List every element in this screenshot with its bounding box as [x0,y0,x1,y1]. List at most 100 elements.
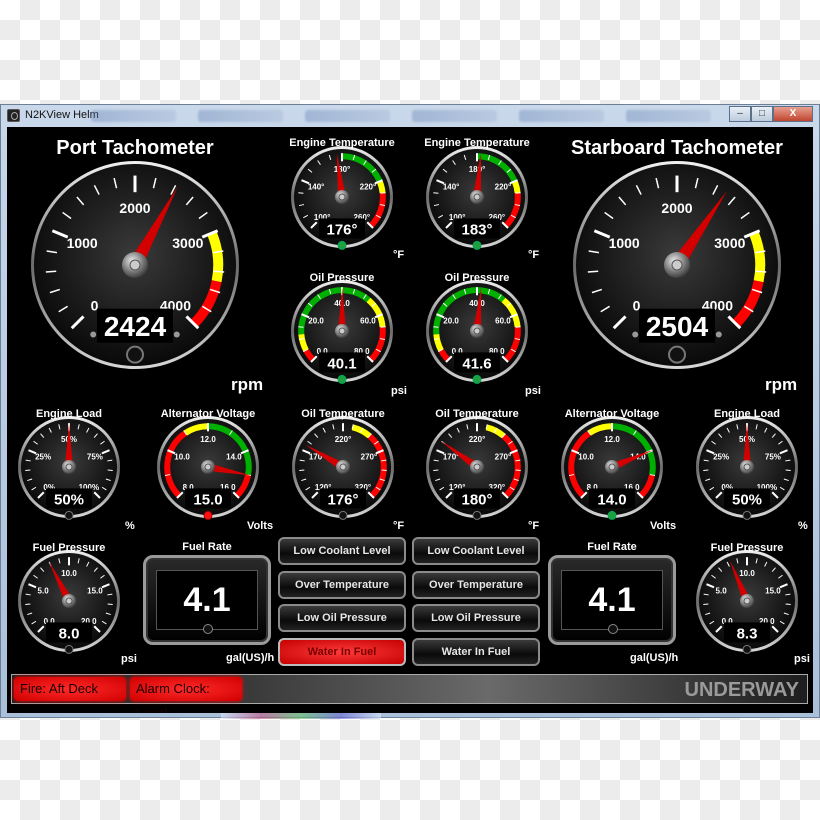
engine-load-1-gauge: 0%25%50%75%100%50% [10,408,128,526]
alarm-over-temperature[interactable]: Over Temperature [278,571,406,599]
fuel-pressure-2-unit: psi [794,653,810,665]
fuel-rate-display: 4.1 [143,555,271,645]
oil-pressure-1-gauge: 0.020.040.060.080.040.1 [283,272,401,390]
tick-label: 140° [443,182,460,191]
tick-label: 20.0 [443,316,459,325]
gauge-dial: 0.05.010.015.020.08.3 [696,550,798,654]
minimize-button[interactable]: – [729,106,751,122]
oil-pressure-2-gauge: 0.0 20.0 40.0 60.0 80.0 41.6 [418,272,536,390]
gauge-dial: 0%25%50%75%100%50% [18,416,120,520]
gauge-readout: 41.6 [462,355,491,372]
alarm-low-oil-pressure[interactable]: Low Oil Pressure [412,604,540,632]
gauge-readout: 2504 [646,311,709,342]
tick-label: 220° [360,182,377,191]
app-icon [7,109,20,122]
indicator-light [668,345,686,364]
needle-hub-cap [65,597,73,605]
oil-temperature-2-title: Oil Temperature [435,408,519,420]
gauge-readout: 2424 [104,311,167,342]
tick-label: 15.0 [87,586,103,595]
status-alert-alarm-clock[interactable]: Alarm Clock: Local [130,677,242,713]
gauge-zone-arc [376,180,386,194]
status-alert-fire[interactable]: Fire: Aft Deck [14,677,126,701]
needle-hub-cap [671,259,683,271]
minor-tick [587,270,599,273]
tick-label: 180° [334,165,351,174]
fuel-rate-title: Fuel Rate [182,541,232,553]
title-bar[interactable]: N2KView Helm – □ X [1,105,819,127]
needle-hub-cap [65,463,73,471]
gauge-dial: 100°140°180°220°260°176° [291,146,393,250]
port-tachometer-title: Port Tachometer [56,137,214,159]
needle-hub-cap [743,597,751,605]
tick-label: 60.0 [495,316,511,325]
engine-temperature-2-gauge: 100° 140° 180° 220° 260° 183° [418,138,536,256]
needle-hub-cap [339,463,347,471]
indicator-light [337,374,347,384]
oil-pressure-2-unit: psi [525,385,541,397]
indicator-light [64,644,74,654]
alarm-low-coolant-level[interactable]: Low Coolant Level [412,537,540,565]
tick-label: 270° [361,452,378,461]
alarm-water-in-fuel[interactable]: Water In Fuel [412,638,540,666]
fuel-rate-unit: gal(US)/h [226,652,275,664]
oil-pressure-1-title: Oil Pressure [309,272,375,284]
gauge-readout: 180° [461,491,492,508]
tick-label: 3000 [714,235,745,251]
tick-label: 2000 [119,200,150,216]
tick-label: 75% [87,452,103,461]
tick-label: 12.0 [200,435,216,444]
alarm-low-oil-pressure[interactable]: Low Oil Pressure [278,604,406,632]
tick-label: 12.0 [604,435,620,444]
indicator-light [472,374,482,384]
scale-end-dot [173,331,180,338]
gauge-dial: 8.010.012.014.016.014.0 [561,416,663,520]
gauge-dial: 120°170°220°270°320°180° [426,416,528,520]
taskbar-glow [221,713,381,719]
tick-label: 5.0 [38,586,50,595]
gauge-dial: 0.020.040.060.080.040.1 [291,280,393,384]
minor-tick [45,270,57,273]
needle-hub-cap [608,463,616,471]
tick-label: 140° [308,182,325,191]
engine-load-1-unit: % [125,520,135,532]
alarm-low-coolant-level[interactable]: Low Coolant Level [278,537,406,565]
status-bar: Fire: Aft Deck Alarm Clock: Local UNDERW… [11,674,808,713]
needle-hub-cap [204,463,212,471]
tick-label: 60.0 [360,316,376,325]
oil-temperature-1-title: Oil Temperature [301,408,385,420]
needle-hub-cap [473,463,481,471]
alarm-over-temperature[interactable]: Over Temperature [412,571,540,599]
needle-hub-cap [473,193,481,201]
starboard-tachometer-title: Starboard Tachometer [571,137,783,159]
scale-end-dot [90,331,97,338]
fuel-rate-value: 4.1 [156,570,258,630]
port-tachometer-gauge: 0 1000 2000 3000 4000 2424 [23,153,247,377]
tick-label: 15.0 [765,586,781,595]
starboard-tachometer-gauge: 0 1000 2000 3000 4000 2504 [565,153,789,377]
maximize-button[interactable]: □ [751,106,773,122]
tick-label: 20.0 [308,316,324,325]
gauge-readout: 15.0 [193,491,222,508]
close-button[interactable]: X [773,106,813,122]
window-title: N2KView Helm [25,109,99,121]
tick-label: 10.0 [739,569,755,578]
background-taskbar-tabs [91,110,711,122]
indicator-light [203,624,213,634]
scale-end-dot [715,331,722,338]
engine-load-2-gauge: 0%25%50%75%100%50% [688,408,806,526]
indicator-light [337,240,347,250]
needle-hub-cap [129,259,141,271]
gauge-dial: 100°140°180°220°260°183° [426,146,528,250]
tick-label: 10.0 [578,452,594,461]
gauge-dial: 010002000300040002424 [31,161,239,369]
alarm-water-in-fuel[interactable]: Water In Fuel [278,638,406,666]
fuel-pressure-2-title: Fuel Pressure [710,542,784,554]
alternator-voltage-2-gauge: 8.010.012.014.016.014.0 [553,408,671,526]
indicator-light [472,510,482,520]
fuel-rate-display: 4.1 [548,555,676,645]
port-tachometer-unit: rpm [231,375,264,394]
tick-label: 5.0 [716,586,728,595]
indicator-light [338,510,348,520]
gauge-readout: 14.0 [597,491,626,508]
